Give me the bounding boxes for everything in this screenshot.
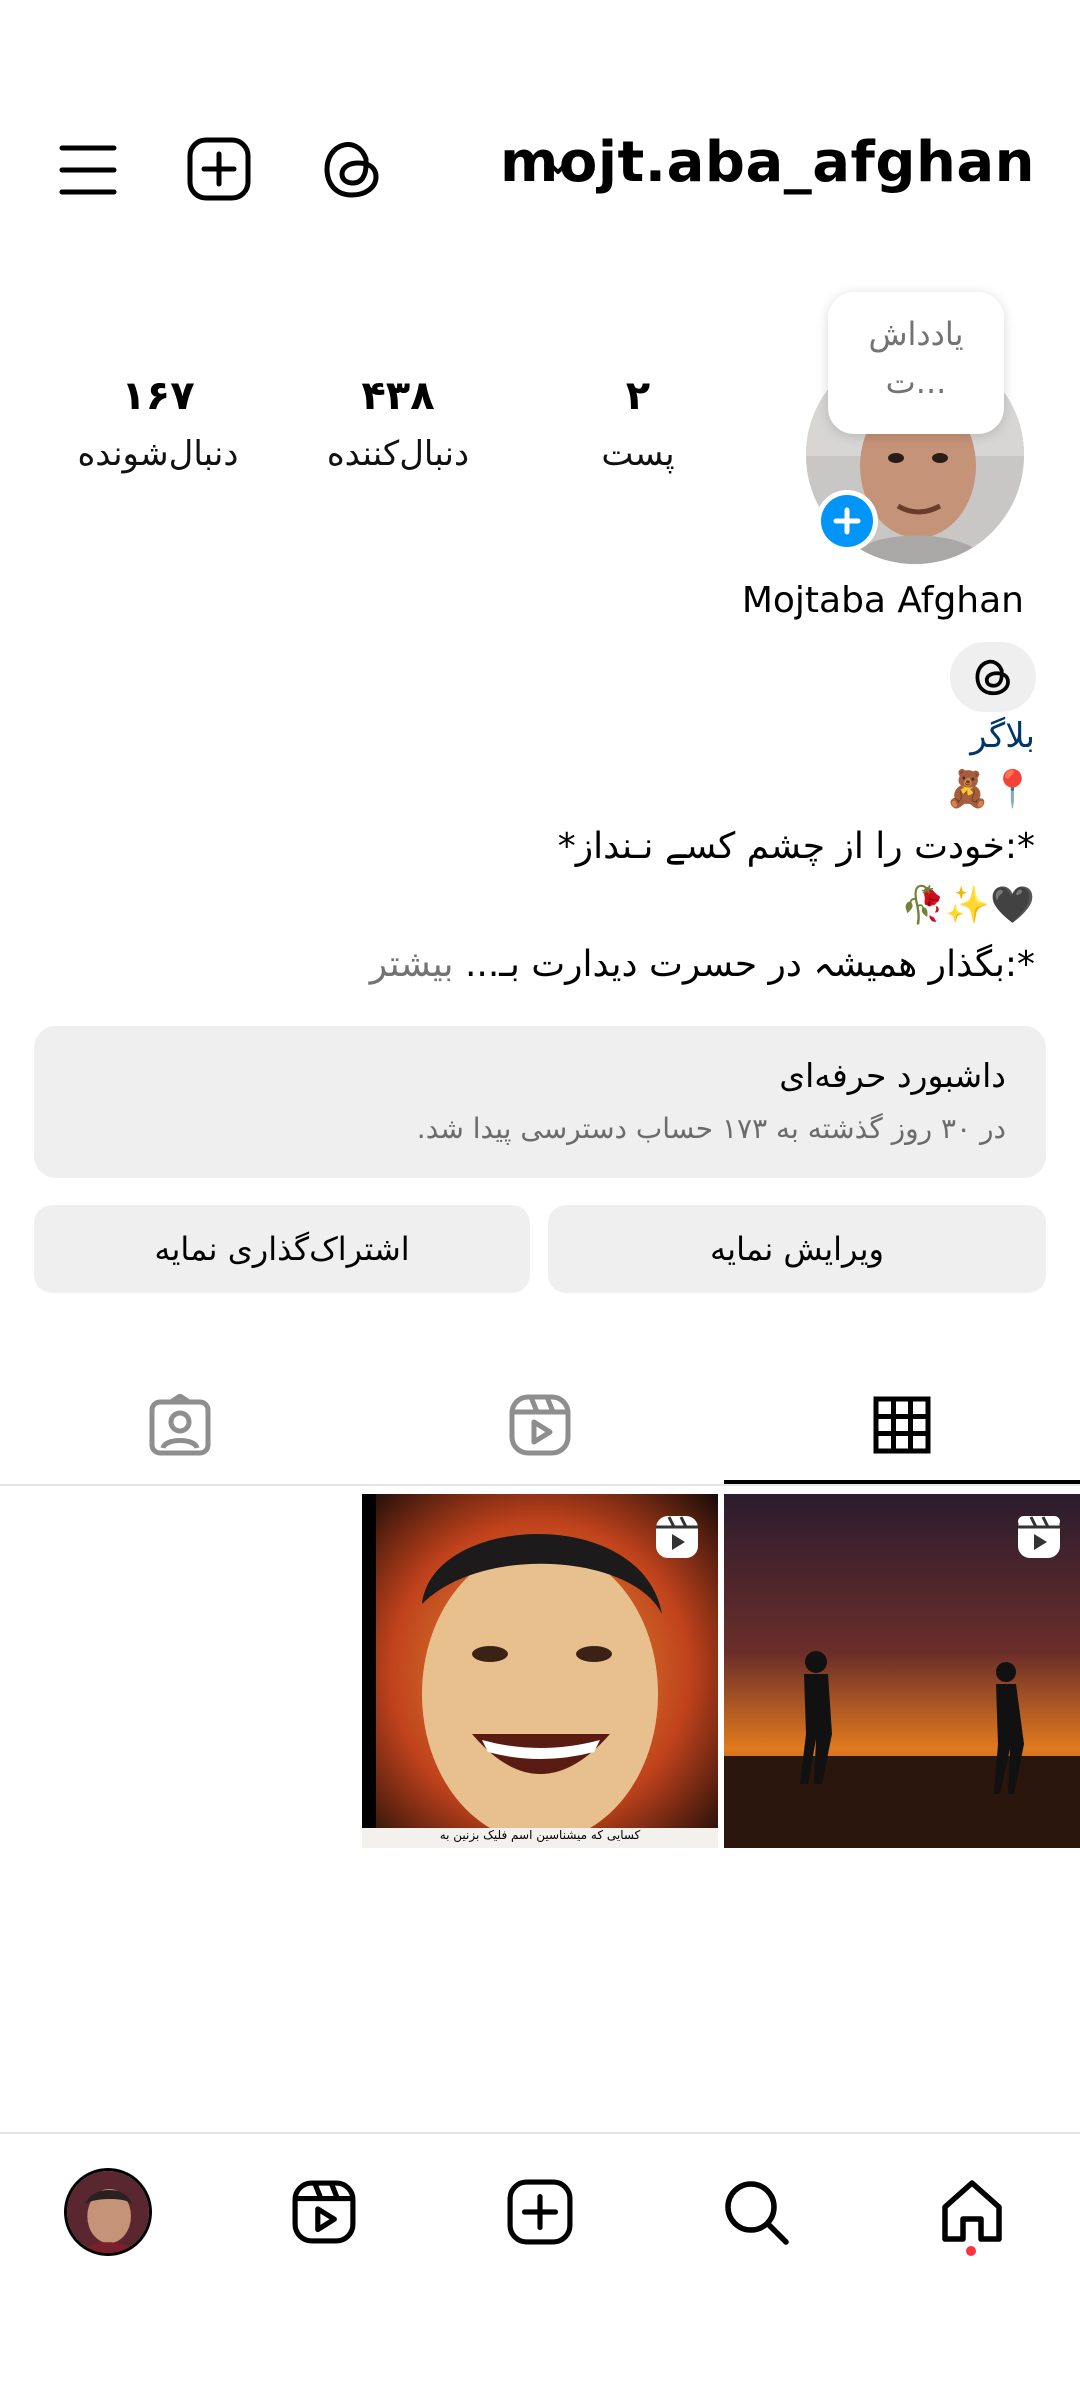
share-profile-button[interactable]: اشتراک‌گذاری نمایه <box>34 1205 530 1293</box>
threads-icon[interactable] <box>318 134 386 204</box>
following-count: ۱۶۷ <box>121 373 195 419</box>
followers-label: دنبال‌کننده <box>326 434 470 474</box>
reels-icon <box>509 1394 571 1456</box>
grid-post-1[interactable] <box>724 1494 1080 1848</box>
nav-home[interactable] <box>902 2162 1042 2262</box>
profile-name: Mojtaba Afghan <box>741 580 1024 621</box>
following-label: دنبال‌شونده <box>77 434 239 474</box>
create-icon <box>507 2179 573 2245</box>
bio-line-1: 📍🧸 <box>945 769 1035 810</box>
menu-icon[interactable] <box>56 140 120 200</box>
reels-nav-icon <box>292 2180 356 2244</box>
note-text-line2: ت... <box>885 363 947 401</box>
profile-avatar-small <box>64 2168 152 2256</box>
tab-divider <box>0 1484 1080 1486</box>
threads-badge[interactable] <box>950 642 1036 712</box>
threads-small-icon <box>975 659 1010 696</box>
professional-dashboard[interactable]: داشبورد حرفه‌ای در ۳۰ روز گذشته به ۱۷۳ ح… <box>34 1026 1046 1178</box>
reel-badge-icon <box>654 1514 700 1560</box>
nav-create[interactable] <box>470 2162 610 2262</box>
grid-post-2[interactable]: کسایی که میشناسین اسم فلیک بزنین به <box>362 1494 718 1848</box>
add-story-button[interactable] <box>816 490 878 552</box>
dashboard-subtitle: در ۳۰ روز گذشته به ۱۷۳ حساب دسترسی پیدا … <box>416 1112 1006 1145</box>
bottom-nav-divider <box>0 2132 1080 2134</box>
username[interactable]: mojt.aba_afghan <box>500 130 1035 195</box>
bio-line-2: *:خودت را از چشم کسے نـنداز* <box>557 826 1035 867</box>
bio-line-4-row: *:بگذار همیشہ در حسرت دیدارت بـ... بیشتر <box>370 944 1035 985</box>
nav-reels[interactable] <box>254 2162 394 2262</box>
home-icon <box>942 2180 1002 2242</box>
create-post-icon[interactable] <box>186 136 252 202</box>
thumb-caption: کسایی که میشناسین اسم فلیک بزنین به <box>439 1828 641 1842</box>
posts-count: ۲ <box>625 373 651 419</box>
grid-icon <box>873 1396 931 1454</box>
profile-category: بلاگر <box>970 716 1035 756</box>
tab-grid[interactable] <box>722 1370 1080 1480</box>
plus-icon <box>821 495 873 547</box>
note-bubble[interactable]: یادداش ت... <box>828 292 1004 434</box>
dashboard-title: داشبورد حرفه‌ای <box>779 1056 1006 1095</box>
bio-line-4: *:بگذار همیشہ در حسرت دیدارت بـ... <box>464 944 1035 985</box>
search-icon <box>725 2181 789 2245</box>
followers-count: ۴۳۸ <box>361 373 435 419</box>
reel-badge-icon <box>1016 1514 1062 1560</box>
note-text-line1: یادداش <box>868 315 964 353</box>
bio-line-3: 🖤✨🥀 <box>900 885 1035 926</box>
tab-tagged[interactable] <box>0 1370 360 1480</box>
notification-dot <box>966 2246 976 2256</box>
posts-label: پست <box>601 434 675 474</box>
tab-reels[interactable] <box>360 1370 720 1480</box>
nav-search[interactable] <box>686 2162 826 2262</box>
stat-posts[interactable]: ۲ پست <box>538 372 738 474</box>
tagged-person-icon <box>149 1394 211 1456</box>
edit-profile-button[interactable]: ویرایش نمایه <box>548 1205 1046 1293</box>
bio-more-link[interactable]: بیشتر <box>370 944 454 985</box>
stat-following[interactable]: ۱۶۷ دنبال‌شونده <box>58 372 258 474</box>
stat-followers[interactable]: ۴۳۸ دنبال‌کننده <box>298 372 498 474</box>
nav-profile[interactable] <box>38 2162 178 2262</box>
